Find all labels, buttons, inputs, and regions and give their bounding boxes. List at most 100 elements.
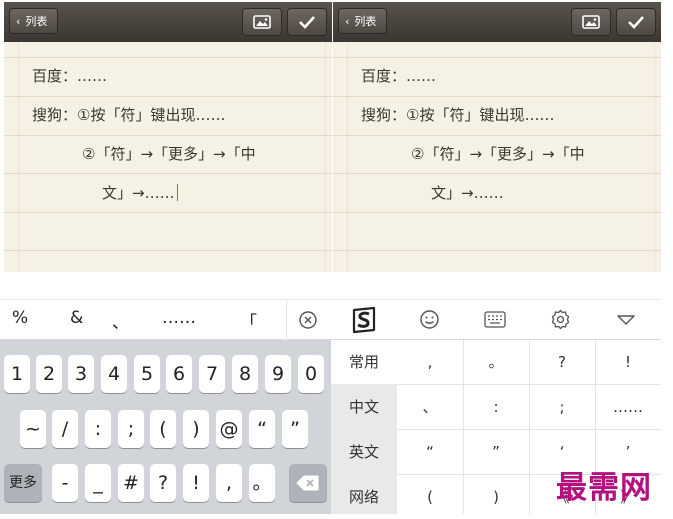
backspace-key[interactable]: [289, 464, 327, 502]
image-icon: [582, 15, 600, 29]
backspace-icon: [296, 475, 319, 491]
collapse-icon[interactable]: [616, 314, 636, 326]
text-cursor: [176, 184, 178, 201]
ruled-line: [4, 250, 332, 251]
key[interactable]: 4: [101, 355, 127, 393]
checkmark-icon: [628, 16, 644, 29]
emoji-icon[interactable]: [419, 309, 440, 330]
symbol-cell[interactable]: 。: [463, 340, 529, 384]
key[interactable]: 0: [298, 355, 324, 393]
symbol-cell[interactable]: ……: [595, 385, 661, 429]
symbol-cell[interactable]: ”: [463, 430, 529, 474]
ruled-line: [333, 173, 661, 174]
key[interactable]: :: [85, 410, 111, 448]
sogou-logo-icon[interactable]: [350, 306, 378, 334]
key[interactable]: ”: [282, 410, 308, 448]
symbol-candidate[interactable]: ……: [162, 308, 196, 328]
ruled-line: [4, 173, 332, 174]
category-english[interactable]: 英文: [331, 430, 397, 474]
key[interactable]: ;: [118, 410, 144, 448]
key[interactable]: ~: [20, 410, 46, 448]
symbol-candidate[interactable]: %: [12, 308, 28, 328]
key[interactable]: 7: [199, 355, 225, 393]
done-button[interactable]: [616, 8, 656, 36]
symbol-candidate[interactable]: 、: [112, 308, 129, 333]
key[interactable]: 8: [232, 355, 258, 393]
category-chinese[interactable]: 中文: [331, 385, 397, 429]
ruled-line: [4, 135, 332, 136]
key[interactable]: ?: [150, 464, 176, 502]
done-button[interactable]: [287, 8, 327, 36]
keyboard-icon[interactable]: [484, 311, 506, 328]
symbol-candidate[interactable]: &: [70, 308, 83, 328]
symbol-cell[interactable]: ?: [529, 340, 595, 384]
ruled-line: [333, 212, 661, 213]
key[interactable]: !: [183, 464, 209, 502]
note-line-text: 文」→……: [102, 184, 175, 202]
symbol-cell[interactable]: ): [463, 475, 529, 519]
symbol-cell[interactable]: 、: [397, 385, 463, 429]
note-line-with-cursor[interactable]: 文」→……: [102, 182, 178, 203]
chevron-left-icon: ‹: [16, 15, 21, 28]
symbol-cell[interactable]: (: [397, 475, 463, 519]
note-line[interactable]: ②「符」→「更多」→「中: [82, 143, 256, 164]
key[interactable]: _: [85, 464, 111, 502]
ruled-line: [333, 135, 661, 136]
more-key[interactable]: 更多: [4, 464, 42, 502]
key[interactable]: “: [249, 410, 275, 448]
back-to-list-button[interactable]: ‹ 列表: [338, 8, 388, 34]
ruled-line: [4, 96, 332, 97]
ime-toolbar: [286, 299, 661, 340]
category-common[interactable]: 常用: [331, 340, 397, 384]
note-line[interactable]: 百度：……: [361, 65, 436, 86]
symbol-cell[interactable]: !: [595, 340, 661, 384]
ruled-line: [4, 212, 332, 213]
divider: [286, 300, 287, 340]
note-toolbar: ‹ 列表: [333, 2, 661, 42]
key[interactable]: 5: [134, 355, 160, 393]
key[interactable]: 3: [68, 355, 94, 393]
margin-line: [18, 42, 19, 272]
key[interactable]: #: [118, 464, 144, 502]
back-to-list-button[interactable]: ‹ 列表: [9, 8, 59, 34]
key[interactable]: (: [150, 410, 176, 448]
note-line[interactable]: 文」→……: [431, 182, 504, 203]
key[interactable]: 9: [265, 355, 291, 393]
note-line[interactable]: 百度：……: [32, 65, 107, 86]
key[interactable]: 6: [166, 355, 192, 393]
margin-line: [325, 42, 326, 272]
key[interactable]: -: [52, 464, 78, 502]
key[interactable]: ): [183, 410, 209, 448]
margin-line: [347, 42, 348, 272]
symbol-cell[interactable]: “: [397, 430, 463, 474]
symbol-cell[interactable]: ,: [397, 340, 463, 384]
symbol-candidate[interactable]: 「: [240, 308, 257, 333]
note-line[interactable]: ②「符」→「更多」→「中: [411, 143, 585, 164]
symbol-cell[interactable]: ;: [529, 385, 595, 429]
checkmark-icon: [299, 16, 315, 29]
key[interactable]: ,: [216, 464, 242, 502]
settings-icon[interactable]: [550, 309, 571, 330]
ruled-line: [333, 57, 661, 58]
category-network[interactable]: 网络: [331, 475, 397, 519]
key[interactable]: /: [52, 410, 78, 448]
note-toolbar: ‹ 列表: [4, 2, 332, 42]
watermark: 最需网: [556, 470, 652, 506]
key[interactable]: 。: [249, 464, 275, 502]
insert-image-button[interactable]: [571, 8, 611, 36]
note-panel-right: ‹ 列表 百度：…… 搜狗：①按「符」键出现…… ②「符」→「更多」→「中 文」→…: [333, 2, 661, 272]
symbol-category-list: 常用 中文 英文 网络: [331, 340, 397, 514]
symbol-keyboard: 1 2 3 4 5 6 7 8 9 0 ~ / : ; ( ) @ “ ” 更多…: [0, 340, 331, 514]
insert-image-button[interactable]: [242, 8, 282, 36]
note-line[interactable]: 搜狗：①按「符」键出现……: [361, 104, 554, 125]
back-label: 列表: [25, 15, 48, 28]
clear-icon[interactable]: [298, 310, 318, 330]
key[interactable]: @: [216, 410, 242, 448]
symbol-candidate-bar: % & 、 …… 「: [0, 299, 285, 340]
key[interactable]: 1: [4, 355, 30, 393]
margin-line: [654, 42, 655, 272]
key[interactable]: 2: [36, 355, 62, 393]
note-panel-left: ‹ 列表 百度：…… 搜狗：①按「符」键出现…… ②「符」→「更多」→「中 文」→…: [4, 2, 332, 272]
note-line[interactable]: 搜狗：①按「符」键出现……: [32, 104, 225, 125]
symbol-cell[interactable]: :: [463, 385, 529, 429]
